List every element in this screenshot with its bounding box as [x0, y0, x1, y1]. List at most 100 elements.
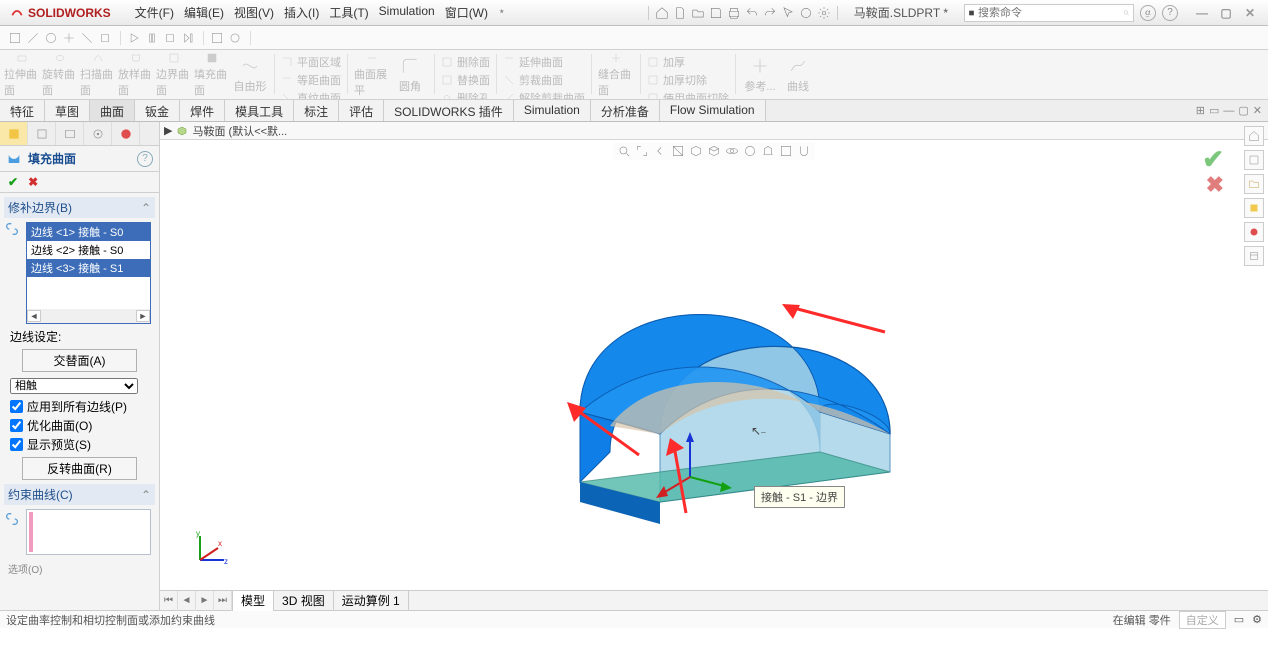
play-icon[interactable] — [127, 31, 141, 45]
section-icon[interactable] — [671, 144, 685, 158]
bt-last[interactable]: ⏭ — [214, 591, 232, 611]
tab-analysisprep[interactable]: 分析准备 — [591, 100, 660, 121]
qk-icon[interactable] — [98, 31, 112, 45]
select-icon[interactable] — [781, 6, 795, 20]
bc-caret-icon[interactable]: ▶ — [164, 124, 172, 137]
zoom-area-icon[interactable] — [635, 144, 649, 158]
save-icon[interactable] — [709, 6, 723, 20]
tab-addins[interactable]: SOLIDWORKS 插件 — [384, 100, 514, 121]
view-orient-icon[interactable] — [689, 144, 703, 158]
menu-insert[interactable]: 插入(I) — [284, 4, 319, 21]
rb-curve[interactable]: 曲线 — [780, 52, 816, 98]
search-box[interactable] — [964, 4, 1134, 22]
panel-float-icon[interactable]: ▭ — [1209, 104, 1219, 117]
menu-window[interactable]: 窗口(W) — [445, 4, 488, 21]
graphics-view[interactable]: ▶ 马鞍面 (默认<<默... — [160, 122, 1268, 610]
snap-icon[interactable] — [797, 144, 811, 158]
rb-revolve[interactable]: 旋转曲面 — [42, 52, 78, 98]
scene-icon[interactable] — [761, 144, 775, 158]
user-icon[interactable]: ⍶ — [1140, 5, 1156, 21]
tab-simulation[interactable]: Simulation — [514, 100, 591, 121]
rb-fillet[interactable]: 圆角 — [392, 52, 428, 98]
qk-icon[interactable] — [62, 31, 76, 45]
pm-tab-display[interactable] — [56, 122, 84, 145]
pm-tab-target[interactable] — [84, 122, 112, 145]
list-item[interactable]: 边线 <3> 接触 - S1 — [27, 259, 150, 277]
bc-part-name[interactable]: 马鞍面 (默认<<默... — [192, 123, 287, 139]
tp-home-icon[interactable] — [1244, 126, 1264, 146]
chk-preview[interactable] — [10, 438, 23, 451]
patch-boundary-list[interactable]: 边线 <1> 接触 - S0 边线 <2> 接触 - S0 边线 <3> 接触 … — [26, 222, 151, 324]
pause-icon[interactable] — [145, 31, 159, 45]
render-icon[interactable] — [779, 144, 793, 158]
rb-fill[interactable]: 填充曲面 — [194, 52, 230, 98]
bt-next[interactable]: ► — [196, 591, 214, 611]
step-icon[interactable] — [181, 31, 195, 45]
pm-ok[interactable]: ✔ — [8, 175, 18, 189]
rb-loft[interactable]: 放样曲面 — [118, 52, 154, 98]
rb-ref[interactable]: 参考... — [742, 52, 778, 98]
search-icon[interactable] — [1123, 7, 1130, 19]
rb-extrude[interactable]: 拉伸曲面 — [4, 52, 40, 98]
chk-apply-all[interactable] — [10, 400, 23, 413]
tp-prop-icon[interactable] — [1244, 246, 1264, 266]
qk-icon[interactable] — [8, 31, 22, 45]
panel-tile-icon[interactable]: ⊞ — [1196, 104, 1205, 117]
rb-sweep[interactable]: 扫描曲面 — [80, 52, 116, 98]
tab-features[interactable]: 特征 — [0, 100, 45, 121]
zoom-fit-icon[interactable] — [617, 144, 631, 158]
menu-tools[interactable]: 工具(T) — [329, 4, 368, 21]
rb-freeform[interactable]: 自由形 — [232, 52, 268, 98]
rb-flatten[interactable]: 曲面展平 — [354, 52, 390, 98]
qk-icon[interactable] — [80, 31, 94, 45]
qk-icon[interactable] — [228, 31, 242, 45]
list-item[interactable]: 边线 <1> 接触 - S0 — [27, 223, 150, 241]
pm-tab-feature[interactable] — [0, 122, 28, 145]
section-constraint-curves[interactable]: 约束曲线(C)⌃ — [4, 484, 155, 505]
window-close[interactable]: ✕ — [1242, 6, 1258, 20]
qk-icon[interactable] — [210, 31, 224, 45]
hide-show-icon[interactable] — [725, 144, 739, 158]
status-cog-icon[interactable]: ⚙ — [1252, 613, 1262, 626]
tab-sheetmetal[interactable]: 钣金 — [135, 100, 180, 121]
tp-file-icon[interactable] — [1244, 174, 1264, 194]
menu-simulation[interactable]: Simulation — [379, 4, 435, 21]
confirm-ok-icon[interactable]: ✔ — [1202, 144, 1224, 175]
window-maximize[interactable]: ▢ — [1218, 6, 1234, 20]
bt-3dview[interactable]: 3D 视图 — [274, 591, 334, 611]
pm-help-icon[interactable]: ? — [137, 151, 153, 167]
rb-knit[interactable]: 缝合曲面 — [598, 52, 634, 98]
list-item[interactable]: 边线 <2> 接触 - S0 — [27, 241, 150, 259]
redo-icon[interactable] — [763, 6, 777, 20]
contact-type-select[interactable]: 相触 — [10, 378, 138, 394]
rb-boundary[interactable]: 边界曲面 — [156, 52, 192, 98]
appearance-icon[interactable] — [743, 144, 757, 158]
qk-icon[interactable] — [26, 31, 40, 45]
help-icon[interactable]: ? — [1162, 5, 1178, 21]
panel-max-icon[interactable]: ▢ — [1238, 104, 1248, 117]
window-minimize[interactable]: — — [1194, 6, 1210, 20]
pm-tab-appearance[interactable] — [112, 122, 140, 145]
tab-annotate[interactable]: 标注 — [294, 100, 339, 121]
tp-appear-icon[interactable] — [1244, 222, 1264, 242]
new-icon[interactable] — [673, 6, 687, 20]
list-hscroll[interactable]: ◄► — [27, 309, 150, 323]
rebuild-icon[interactable] — [799, 6, 813, 20]
tab-evaluate[interactable]: 评估 — [339, 100, 384, 121]
constraint-curves-list[interactable] — [26, 509, 151, 555]
menu-more-icon[interactable]: ⋆ — [498, 4, 506, 21]
panel-close-icon[interactable]: ✕ — [1253, 104, 1262, 117]
pm-tab-config[interactable] — [28, 122, 56, 145]
view-triad[interactable]: y z x — [188, 528, 232, 572]
tp-view-icon[interactable] — [1244, 198, 1264, 218]
link-icon[interactable] — [4, 511, 20, 527]
tab-weldments[interactable]: 焊件 — [180, 100, 225, 121]
tab-moldtools[interactable]: 模具工具 — [225, 100, 294, 121]
section-patch-boundary[interactable]: 修补边界(B)⌃ — [4, 197, 155, 218]
tab-flowsim[interactable]: Flow Simulation — [660, 100, 766, 121]
qk-icon[interactable] — [44, 31, 58, 45]
menu-view[interactable]: 视图(V) — [234, 4, 274, 21]
bt-prev[interactable]: ◄ — [178, 591, 196, 611]
open-icon[interactable] — [691, 6, 705, 20]
btn-alternate-face[interactable]: 交替面(A) — [22, 349, 137, 372]
